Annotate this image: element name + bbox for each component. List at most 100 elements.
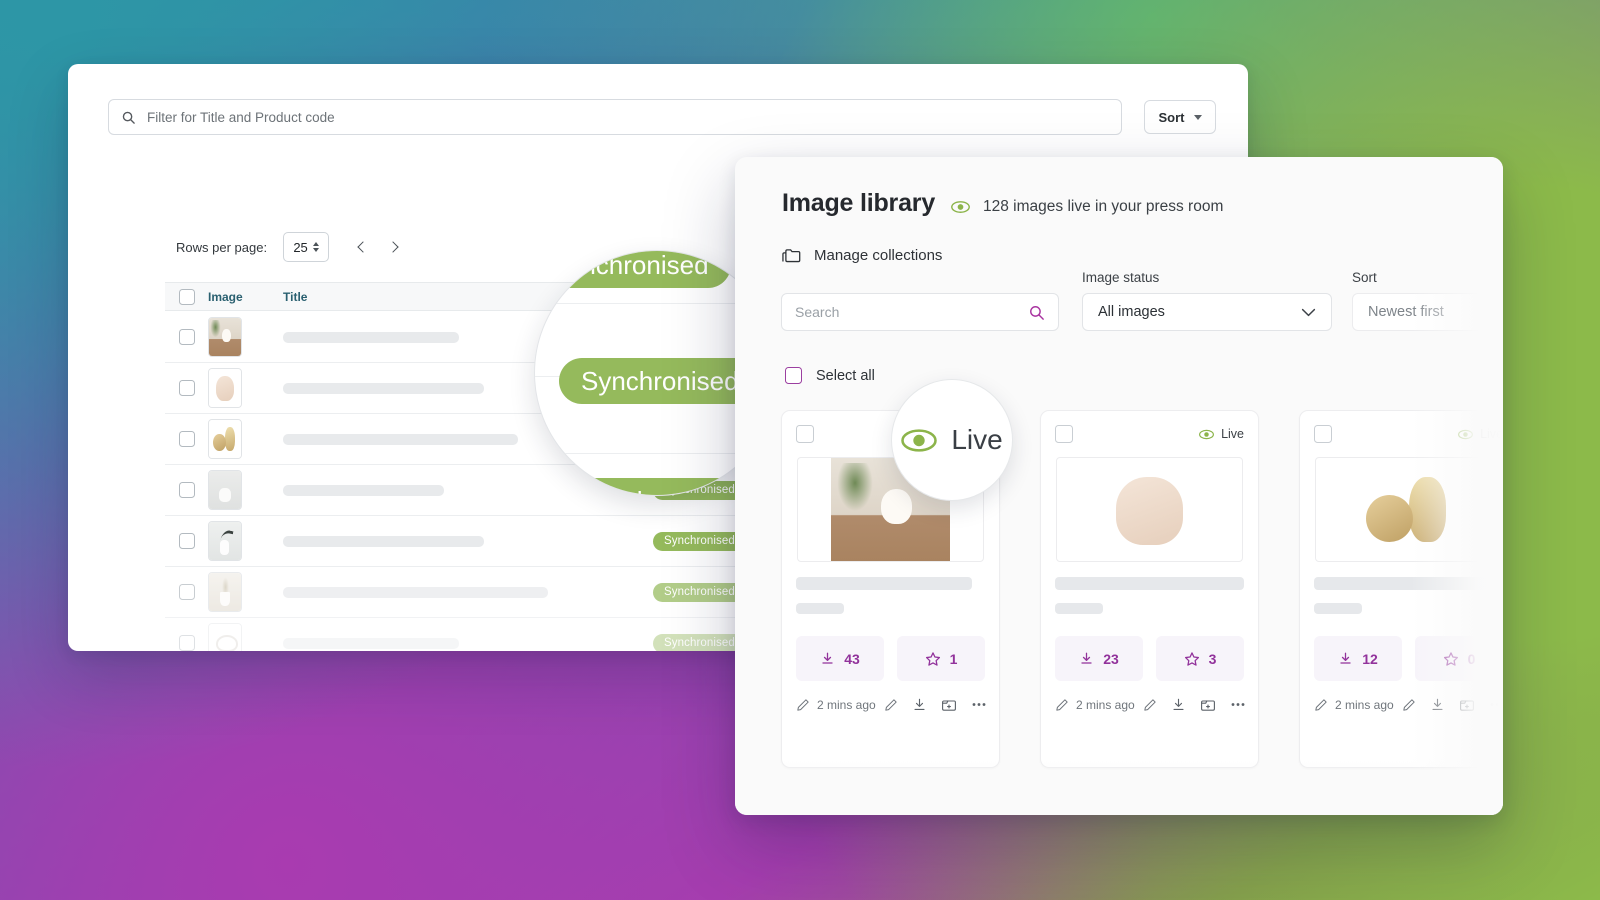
row-thumbnail-cell: [208, 623, 283, 651]
folder-icon: [782, 247, 801, 264]
row-checkbox[interactable]: [178, 380, 195, 396]
download-icon[interactable]: [912, 697, 927, 712]
filter-input[interactable]: Filter for Title and Product code: [108, 99, 1122, 135]
image-card[interactable]: Live 12 0 2 mins ago: [1299, 410, 1503, 768]
row-select-cell: [165, 482, 208, 498]
card-thumbnail[interactable]: [1056, 457, 1243, 562]
card-actions: [1402, 697, 1503, 712]
sort-value: Newest first: [1368, 304, 1444, 320]
pencil-icon[interactable]: [884, 698, 898, 712]
download-count[interactable]: 23: [1055, 636, 1143, 681]
image-status-select[interactable]: All images: [1082, 293, 1332, 331]
pager: [355, 239, 403, 255]
row-thumbnail-cell: [208, 470, 283, 510]
chevron-right-icon[interactable]: [387, 239, 403, 255]
row-thumbnail: [208, 470, 242, 510]
card-live-label: Live: [1221, 427, 1244, 441]
row-checkbox[interactable]: [178, 329, 195, 345]
title-placeholder: [283, 484, 444, 496]
row-checkbox[interactable]: [178, 431, 195, 447]
more-icon[interactable]: [1230, 702, 1246, 707]
rows-per-page-label: Rows per page:: [176, 239, 268, 255]
download-count[interactable]: 12: [1314, 636, 1402, 681]
page-title: Image library: [782, 189, 936, 217]
card-header: Live: [1314, 424, 1503, 444]
row-select-cell: [165, 431, 208, 447]
stepper-icon: [312, 242, 319, 252]
card-subtitle-placeholder: [796, 603, 844, 614]
chevron-left-icon[interactable]: [355, 239, 371, 255]
search-input[interactable]: Search: [781, 293, 1059, 331]
row-thumbnail: [208, 623, 242, 651]
row-title-cell: [283, 586, 653, 598]
row-checkbox[interactable]: [178, 635, 195, 651]
select-all-label: Select all: [816, 367, 875, 384]
favourite-count[interactable]: 3: [1156, 636, 1244, 681]
manage-collections-link[interactable]: Manage collections: [782, 247, 942, 264]
row-select-cell: [165, 635, 208, 651]
image-status-value: All images: [1098, 304, 1165, 320]
folder-plus-icon[interactable]: [1200, 698, 1216, 712]
card-subtitle-placeholder: [1314, 603, 1362, 614]
table-sort-button[interactable]: Sort: [1144, 100, 1216, 134]
row-checkbox[interactable]: [178, 533, 195, 549]
pencil-icon[interactable]: [1143, 698, 1157, 712]
row-select-cell: [165, 533, 208, 549]
card-thumbnail[interactable]: [1315, 457, 1502, 562]
status-badge: Synchronised: [653, 582, 746, 602]
sort-select[interactable]: Newest first: [1352, 293, 1503, 331]
download-count-value: 12: [1362, 650, 1378, 667]
card-subtitle-placeholder: [1055, 603, 1103, 614]
status-badge: Synchronised: [653, 531, 746, 551]
chevron-down-icon: [1193, 114, 1202, 120]
magnified-badge-middle: Synchronised: [559, 358, 761, 404]
magnified-badge-bottom: Synchronised: [557, 478, 759, 495]
card-actions: [1143, 697, 1246, 712]
favourite-count[interactable]: 1: [897, 636, 985, 681]
card-checkbox[interactable]: [796, 425, 814, 443]
table-select-all-checkbox[interactable]: [178, 288, 195, 305]
row-thumbnail: [208, 521, 242, 561]
image-card[interactable]: Live 23 3 2 mins ago: [1040, 410, 1259, 768]
download-count-value: 43: [844, 650, 860, 667]
card-footer: 2 mins ago: [1314, 697, 1503, 712]
row-thumbnail: [208, 419, 242, 459]
row-thumbnail-cell: [208, 317, 283, 357]
image-card-grid: Live 43 1 2 mins ago Live 23 3 2 mins ago Live 12…: [781, 410, 1503, 768]
select-all-checkbox[interactable]: [785, 367, 802, 384]
card-checkbox[interactable]: [1314, 425, 1332, 443]
download-icon[interactable]: [1430, 697, 1445, 712]
magnified-live-label: Live: [951, 424, 1003, 455]
rows-per-page-select[interactable]: 25: [283, 232, 330, 262]
row-checkbox[interactable]: [178, 584, 195, 600]
folder-plus-icon[interactable]: [1459, 698, 1475, 712]
more-icon[interactable]: [971, 702, 987, 707]
card-footer: 2 mins ago: [1055, 697, 1246, 712]
image-status-label: Image status: [1082, 270, 1160, 285]
card-checkbox[interactable]: [1055, 425, 1073, 443]
rows-per-page-value: 25: [293, 239, 308, 255]
row-checkbox[interactable]: [178, 482, 195, 498]
row-thumbnail-cell: [208, 572, 283, 612]
row-select-cell: [165, 584, 208, 600]
card-timestamp-value: 2 mins ago: [817, 697, 876, 712]
select-all-control[interactable]: Select all: [785, 367, 875, 384]
favourite-count-value: 3: [1208, 650, 1217, 667]
download-count[interactable]: 43: [796, 636, 884, 681]
folder-plus-icon[interactable]: [941, 698, 957, 712]
favourite-count-value: 1: [949, 650, 958, 667]
more-icon[interactable]: [1489, 702, 1503, 707]
search-icon[interactable]: [1028, 304, 1045, 321]
column-header-image[interactable]: Image: [208, 290, 283, 304]
favourite-count-value: 0: [1467, 650, 1476, 667]
status-badge: Synchronised: [653, 633, 746, 651]
card-timestamp: 2 mins ago: [796, 698, 876, 712]
live-count: 128 images live in your press room: [951, 198, 1223, 216]
download-icon[interactable]: [1171, 697, 1186, 712]
row-title-cell: [283, 535, 653, 547]
chevron-down-icon: [1301, 308, 1316, 317]
pencil-icon[interactable]: [1402, 698, 1416, 712]
favourite-count[interactable]: 0: [1415, 636, 1503, 681]
card-live-label: Live: [1480, 427, 1503, 441]
row-thumbnail: [208, 317, 242, 357]
